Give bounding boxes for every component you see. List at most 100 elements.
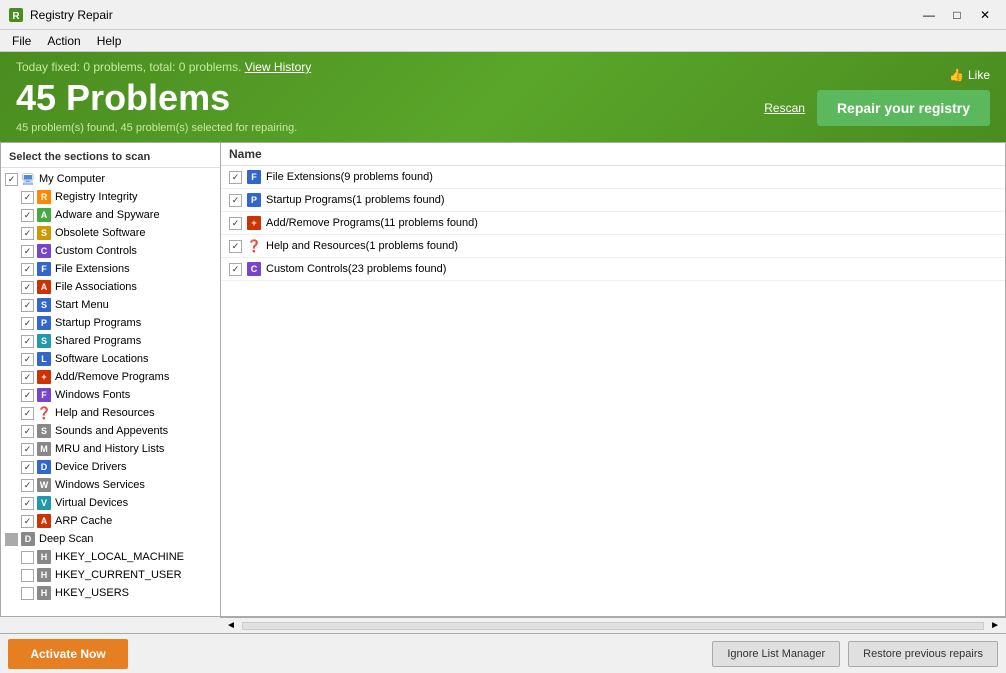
- menu-action[interactable]: Action: [39, 32, 88, 50]
- result-checkbox-startup[interactable]: [229, 194, 242, 207]
- result-add-remove[interactable]: + Add/Remove Programs(11 problems found): [221, 212, 1005, 235]
- checkbox-startup-programs[interactable]: [21, 317, 34, 330]
- label-add-remove: Add/Remove Programs: [55, 371, 169, 383]
- activate-button[interactable]: Activate Now: [8, 639, 128, 669]
- left-panel: Select the sections to scan 🖥 My Compute…: [1, 143, 221, 616]
- checkbox-hklm[interactable]: [21, 551, 34, 564]
- checkbox-arp-cache[interactable]: [21, 515, 34, 528]
- tree-item-adware[interactable]: A Adware and Spyware: [1, 206, 220, 224]
- bottom-bar: Activate Now Ignore List Manager Restore…: [0, 633, 1006, 673]
- result-custom-controls[interactable]: C Custom Controls(23 problems found): [221, 258, 1005, 281]
- menu-help[interactable]: Help: [89, 32, 130, 50]
- tree-item-mru[interactable]: M MRU and History Lists: [1, 440, 220, 458]
- checkbox-shared-programs[interactable]: [21, 335, 34, 348]
- result-label-file-ext: File Extensions(9 problems found): [266, 171, 433, 183]
- label-windows-fonts: Windows Fonts: [55, 389, 130, 401]
- repair-button[interactable]: Repair your registry: [817, 90, 990, 126]
- label-arp-cache: ARP Cache: [55, 515, 112, 527]
- label-custom-controls: Custom Controls: [55, 245, 137, 257]
- help-resources-icon: ❓: [36, 405, 52, 421]
- label-shared-programs: Shared Programs: [55, 335, 141, 347]
- tree-item-hkcu[interactable]: H HKEY_CURRENT_USER: [1, 566, 220, 584]
- tree-item-obsolete-software[interactable]: S Obsolete Software: [1, 224, 220, 242]
- tree-item-hku[interactable]: H HKEY_USERS: [1, 584, 220, 602]
- checkbox-deep-scan[interactable]: [5, 533, 18, 546]
- label-startup-programs: Startup Programs: [55, 317, 141, 329]
- tree-item-virtual-devices[interactable]: V Virtual Devices: [1, 494, 220, 512]
- tree-item-my-computer[interactable]: 🖥 My Computer: [1, 170, 220, 188]
- result-checkbox-file-ext[interactable]: [229, 171, 242, 184]
- restore-repairs-button[interactable]: Restore previous repairs: [848, 641, 998, 667]
- startup-programs-icon: P: [36, 315, 52, 331]
- result-help-resources[interactable]: ❓ Help and Resources(1 problems found): [221, 235, 1005, 258]
- maximize-button[interactable]: □: [944, 5, 970, 25]
- tree-item-startup-programs[interactable]: P Startup Programs: [1, 314, 220, 332]
- checkbox-sounds[interactable]: [21, 425, 34, 438]
- tree-item-device-drivers[interactable]: D Device Drivers: [1, 458, 220, 476]
- checkbox-hkcu[interactable]: [21, 569, 34, 582]
- start-menu-icon: S: [36, 297, 52, 313]
- result-checkbox-custom[interactable]: [229, 263, 242, 276]
- checkbox-windows-fonts[interactable]: [21, 389, 34, 402]
- checkbox-device-drivers[interactable]: [21, 461, 34, 474]
- checkbox-obsolete-software[interactable]: [21, 227, 34, 240]
- result-checkbox-add-remove[interactable]: [229, 217, 242, 230]
- tree-item-hklm[interactable]: H HKEY_LOCAL_MACHINE: [1, 548, 220, 566]
- tree-item-shared-programs[interactable]: S Shared Programs: [1, 332, 220, 350]
- like-button[interactable]: 👍 Like: [949, 68, 990, 82]
- tree-item-file-extensions[interactable]: F File Extensions: [1, 260, 220, 278]
- label-deep-scan: Deep Scan: [39, 533, 93, 545]
- checkbox-registry-integrity[interactable]: [21, 191, 34, 204]
- result-startup-programs[interactable]: P Startup Programs(1 problems found): [221, 189, 1005, 212]
- scroll-left-arrow[interactable]: ◄: [222, 620, 240, 631]
- thumbs-up-icon: 👍: [949, 68, 964, 82]
- checkbox-software-locations[interactable]: [21, 353, 34, 366]
- tree-item-add-remove[interactable]: + Add/Remove Programs: [1, 368, 220, 386]
- checkbox-start-menu[interactable]: [21, 299, 34, 312]
- view-history-link[interactable]: View History: [245, 60, 311, 74]
- result-icon-file-ext: F: [246, 169, 262, 185]
- tree-item-file-associations[interactable]: A File Associations: [1, 278, 220, 296]
- checkbox-mru[interactable]: [21, 443, 34, 456]
- scroll-right-arrow[interactable]: ►: [986, 620, 1004, 631]
- label-sounds: Sounds and Appevents: [55, 425, 168, 437]
- results-column-header: Name: [221, 143, 1005, 166]
- tree-item-registry-integrity[interactable]: R Registry Integrity: [1, 188, 220, 206]
- result-file-extensions[interactable]: F File Extensions(9 problems found): [221, 166, 1005, 189]
- checkbox-file-extensions[interactable]: [21, 263, 34, 276]
- horizontal-scrollbar[interactable]: ◄ ►: [220, 617, 1006, 633]
- checkbox-hku[interactable]: [21, 587, 34, 600]
- checkbox-add-remove[interactable]: [21, 371, 34, 384]
- tree-item-software-locations[interactable]: L Software Locations: [1, 350, 220, 368]
- tree-item-custom-controls[interactable]: C Custom Controls: [1, 242, 220, 260]
- like-label: Like: [968, 68, 990, 82]
- label-help-resources: Help and Resources: [55, 407, 155, 419]
- header-left: Today fixed: 0 problems, total: 0 proble…: [16, 60, 311, 134]
- checkbox-adware[interactable]: [21, 209, 34, 222]
- tree-item-sounds[interactable]: S Sounds and Appevents: [1, 422, 220, 440]
- rescan-button[interactable]: Rescan: [764, 101, 805, 115]
- label-windows-services: Windows Services: [55, 479, 145, 491]
- checkbox-file-associations[interactable]: [21, 281, 34, 294]
- tree-item-windows-services[interactable]: W Windows Services: [1, 476, 220, 494]
- checkbox-virtual-devices[interactable]: [21, 497, 34, 510]
- checkbox-help-resources[interactable]: [21, 407, 34, 420]
- computer-icon: 🖥: [20, 171, 36, 187]
- result-label-startup: Startup Programs(1 problems found): [266, 194, 445, 206]
- tree-item-arp-cache[interactable]: A ARP Cache: [1, 512, 220, 530]
- label-device-drivers: Device Drivers: [55, 461, 127, 473]
- tree-item-help-resources[interactable]: ❓ Help and Resources: [1, 404, 220, 422]
- close-button[interactable]: ✕: [972, 5, 998, 25]
- tree-item-windows-fonts[interactable]: F Windows Fonts: [1, 386, 220, 404]
- checkbox-my-computer[interactable]: [5, 173, 18, 186]
- menu-file[interactable]: File: [4, 32, 39, 50]
- minimize-button[interactable]: —: [916, 5, 942, 25]
- ignore-list-button[interactable]: Ignore List Manager: [712, 641, 840, 667]
- result-checkbox-help[interactable]: [229, 240, 242, 253]
- tree-item-start-menu[interactable]: S Start Menu: [1, 296, 220, 314]
- checkbox-windows-services[interactable]: [21, 479, 34, 492]
- software-locations-icon: L: [36, 351, 52, 367]
- tree-item-deep-scan[interactable]: D Deep Scan: [1, 530, 220, 548]
- checkbox-custom-controls[interactable]: [21, 245, 34, 258]
- label-obsolete-software: Obsolete Software: [55, 227, 146, 239]
